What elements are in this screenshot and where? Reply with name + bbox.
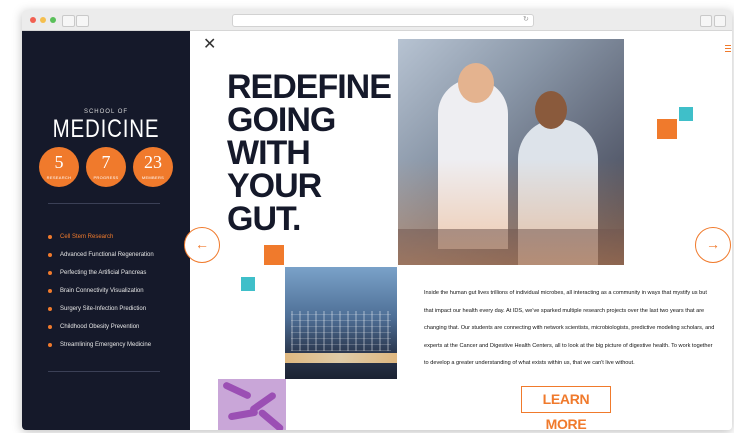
stat-label: PROGRESS xyxy=(93,175,119,180)
stat-number: 23 xyxy=(144,152,162,172)
bullet-icon xyxy=(48,271,52,275)
building-photo xyxy=(285,267,397,379)
stat-circle: 7 PROGRESS xyxy=(86,147,126,187)
accent-square xyxy=(241,277,255,291)
scientist-head xyxy=(535,91,567,129)
scientist-head xyxy=(458,63,494,103)
hamburger-icon[interactable] xyxy=(725,45,731,54)
building-windows xyxy=(291,311,391,351)
sidebar-item-label: Advanced Functional Regeneration xyxy=(60,252,154,258)
sidebar-item-label: Childhood Obesity Prevention xyxy=(60,324,140,330)
arrow-right-icon[interactable]: → xyxy=(695,227,731,263)
sidebar-item-surgery-infection[interactable]: Surgery Site-Infection Prediction xyxy=(48,305,188,323)
bacteria-photo xyxy=(218,379,286,430)
school-name: MEDICINE xyxy=(52,115,160,143)
bullet-icon xyxy=(48,307,52,311)
bacteria-rod xyxy=(257,408,285,430)
accent-square xyxy=(657,119,677,139)
close-window-dot[interactable] xyxy=(30,17,36,23)
sidebar-item-brain-connectivity[interactable]: Brain Connectivity Visualization xyxy=(48,287,188,305)
browser-titlebar: ↻ xyxy=(22,10,732,31)
reload-icon[interactable]: ↻ xyxy=(523,16,529,24)
stat-number: 5 xyxy=(54,152,64,172)
close-icon[interactable]: ✕ xyxy=(203,37,216,53)
sidebar-item-label: Surgery Site-Infection Prediction xyxy=(60,306,147,312)
tabs-button[interactable] xyxy=(714,15,726,27)
sidebar-divider xyxy=(48,203,160,204)
stat-circle: 5 RESEARCH xyxy=(39,147,79,187)
accent-square xyxy=(679,107,693,121)
sidebar-item-label: Perfecting the Artificial Pancreas xyxy=(60,270,147,276)
forward-nav-button[interactable] xyxy=(76,15,89,27)
bullet-icon xyxy=(48,343,52,347)
body-paragraph: Inside the human gut lives trillions of … xyxy=(424,290,715,366)
sidebar-item-artificial-pancreas[interactable]: Perfecting the Artificial Pancreas xyxy=(48,269,188,287)
share-button[interactable] xyxy=(700,15,712,27)
page-content: SCHOOL OF MEDICINE 5 RESEARCH 7 PROGRESS… xyxy=(22,31,732,430)
sidebar-item-label: Streamlining Emergency Medicine xyxy=(60,342,152,348)
bullet-icon xyxy=(48,235,52,239)
sidebar-item-label: Cell Stem Research xyxy=(60,234,114,240)
bullet-icon xyxy=(48,253,52,257)
stat-label: MEMBERS xyxy=(141,175,165,180)
stat-number: 7 xyxy=(101,152,111,172)
sidebar-menu: Cell Stem Research Advanced Functional R… xyxy=(48,233,188,359)
learn-more-button[interactable]: LEARN MORE xyxy=(521,386,611,430)
sidebar-item-functional-regeneration[interactable]: Advanced Functional Regeneration xyxy=(48,251,188,269)
hero-photo-scientists xyxy=(398,39,624,265)
bullet-icon xyxy=(48,289,52,293)
sidebar-item-emergency-medicine[interactable]: Streamlining Emergency Medicine xyxy=(48,341,188,359)
stat-label: RESEARCH xyxy=(46,175,72,180)
maximize-window-dot[interactable] xyxy=(50,17,56,23)
back-nav-button[interactable] xyxy=(62,15,75,27)
minimize-window-dot[interactable] xyxy=(40,17,46,23)
sidebar: SCHOOL OF MEDICINE 5 RESEARCH 7 PROGRESS… xyxy=(22,31,190,430)
bullet-icon xyxy=(48,325,52,329)
arrow-left-icon[interactable]: ← xyxy=(184,227,220,263)
page-headline: REDEFINE GOING WITH YOUR GUT. xyxy=(227,68,392,238)
address-bar[interactable]: ↻ xyxy=(232,14,534,27)
building-lights xyxy=(285,353,397,363)
sidebar-item-label: Brain Connectivity Visualization xyxy=(60,288,144,294)
sidebar-divider xyxy=(48,371,160,372)
accent-square xyxy=(264,245,284,265)
bacteria-rod xyxy=(227,408,259,421)
stat-circle: 23 MEMBERS xyxy=(133,147,173,187)
bacteria-rod xyxy=(221,380,253,401)
hero-overlay xyxy=(398,159,624,265)
browser-window: ↻ SCHOOL OF MEDICINE 5 RESEARCH 7 PROGRE… xyxy=(22,10,732,430)
sidebar-item-childhood-obesity[interactable]: Childhood Obesity Prevention xyxy=(48,323,188,341)
sidebar-item-cell-stem-research[interactable]: Cell Stem Research xyxy=(48,233,188,251)
